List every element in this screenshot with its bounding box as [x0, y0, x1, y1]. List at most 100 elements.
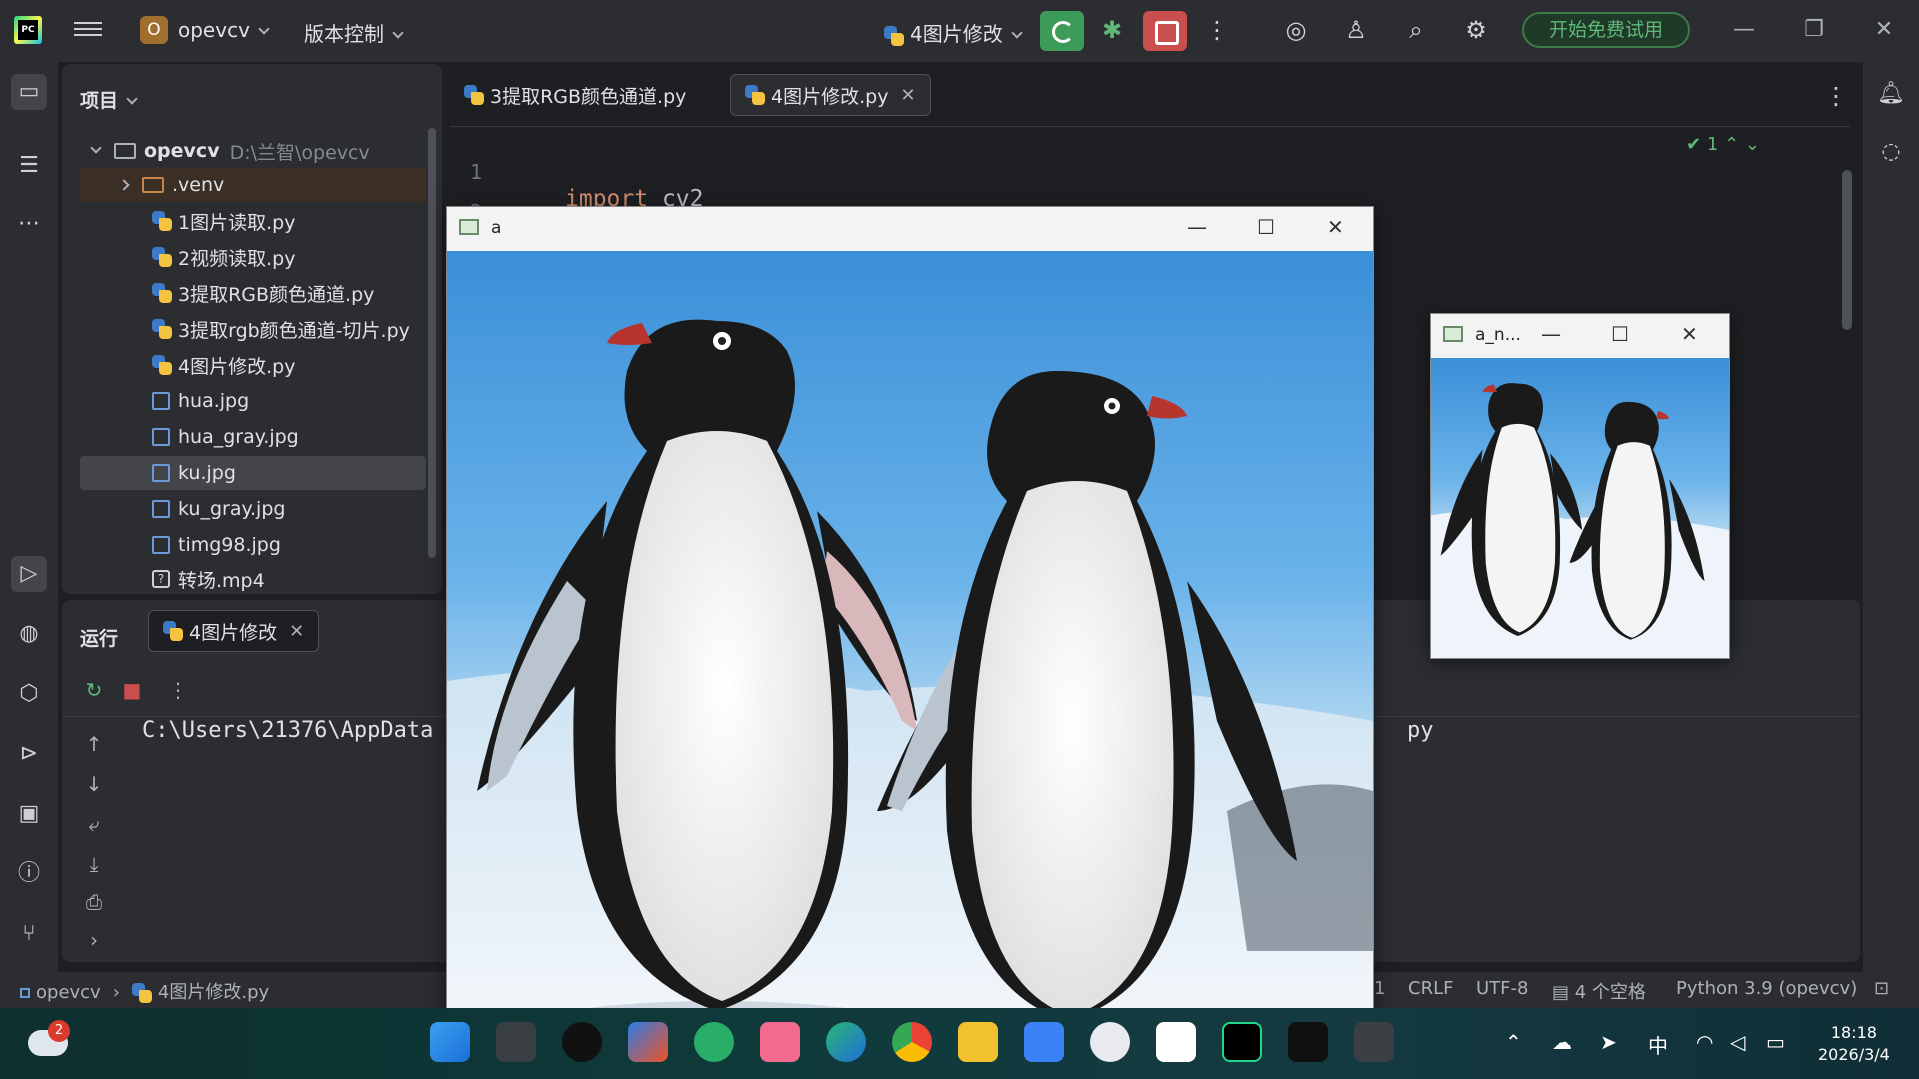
app-flower-icon[interactable]: [1090, 1022, 1130, 1062]
tree-item[interactable]: 4图片修改.py: [80, 348, 426, 382]
close-icon[interactable]: ✕: [1681, 322, 1698, 346]
close-icon[interactable]: ✕: [1327, 215, 1344, 239]
restore-icon[interactable]: ❐: [1796, 14, 1832, 46]
tree-item[interactable]: 3提取RGB颜色通道.py: [80, 276, 426, 310]
more-options-icon[interactable]: ⋮: [1201, 14, 1233, 46]
code-line[interactable]: 1 import cv2: [450, 134, 1450, 212]
tree-item[interactable]: hua_gray.jpg: [80, 420, 426, 454]
run-tool-icon[interactable]: ▷: [11, 556, 47, 592]
line-separator[interactable]: CRLF: [1408, 978, 1453, 999]
maximize-icon[interactable]: ☐: [1611, 322, 1629, 346]
microsoft-store-icon[interactable]: [628, 1022, 668, 1062]
caret-position[interactable]: 1: [1374, 978, 1385, 999]
tree-item[interactable]: 3提取rgb颜色通道-切片.py: [80, 312, 426, 346]
stop-icon[interactable]: ■: [118, 676, 146, 704]
qq-icon[interactable]: [562, 1022, 602, 1062]
structure-icon[interactable]: ☰: [11, 148, 47, 184]
vcs-menu[interactable]: 版本控制: [304, 18, 404, 47]
breadcrumb[interactable]: opevcv › 4图片修改.py: [20, 978, 269, 1004]
ime-indicator[interactable]: 中: [1648, 1030, 1668, 1059]
scroll-up-icon[interactable]: ↑: [80, 730, 108, 758]
wifi-icon[interactable]: ◠: [1696, 1030, 1713, 1054]
pycharm-taskbar-icon[interactable]: [1222, 1022, 1262, 1062]
tree-item[interactable]: 1图片读取.py: [80, 204, 426, 238]
services-icon[interactable]: ⬡: [11, 676, 47, 712]
print-icon[interactable]: ⎙: [80, 888, 108, 916]
tab-3-rgb[interactable]: 3提取RGB颜色通道.py: [450, 74, 700, 116]
editor-more-icon[interactable]: ⋮: [1820, 80, 1852, 112]
chrome-icon[interactable]: [892, 1022, 932, 1062]
inspection-indicator[interactable]: ✔ 1 ⌃ ⌄: [1686, 134, 1760, 155]
rerun-icon[interactable]: ↻: [80, 676, 108, 704]
image-window-titlebar[interactable]: a — ☐ ✕: [447, 207, 1373, 251]
expand-chevron-icon[interactable]: [118, 179, 130, 191]
tree-root[interactable]: opevcv D:\兰智\opevcv: [80, 134, 426, 168]
search-icon[interactable]: ⌕: [1400, 14, 1432, 46]
indent-setting[interactable]: ▤ 4 个空格: [1552, 978, 1646, 1004]
minimize-icon[interactable]: —: [1726, 14, 1762, 46]
image-window-a-n[interactable]: a_n... — ☐ ✕: [1430, 313, 1730, 659]
task-view-icon[interactable]: [496, 1022, 536, 1062]
project-folder-icon[interactable]: ▭: [11, 74, 47, 110]
python-console-icon[interactable]: ⊳: [11, 736, 47, 772]
maximize-icon[interactable]: ☐: [1257, 215, 1275, 239]
system-clock[interactable]: 18:18 2026/3/4: [1818, 1022, 1890, 1066]
run-config-selector[interactable]: 4图片修改: [884, 18, 1023, 47]
battery-icon[interactable]: ▭: [1766, 1030, 1785, 1054]
tree-item[interactable]: hua.jpg: [80, 384, 426, 418]
ai-assistant-icon[interactable]: ◎: [1280, 14, 1312, 46]
minimize-icon[interactable]: —: [1541, 322, 1561, 346]
project-selector[interactable]: opevcv: [178, 18, 270, 42]
stop-button[interactable]: [1143, 11, 1187, 51]
minimize-icon[interactable]: —: [1187, 215, 1207, 239]
wechat-icon[interactable]: [694, 1022, 734, 1062]
debug-icon[interactable]: ✱: [1102, 16, 1126, 44]
project-scrollbar[interactable]: [428, 128, 436, 558]
image-window-a[interactable]: a — ☐ ✕: [446, 206, 1374, 1072]
tree-item[interactable]: ? 转场.mp4: [80, 562, 426, 596]
settings-gear-icon[interactable]: ⚙: [1460, 14, 1492, 46]
expand-chevron-icon[interactable]: [90, 142, 102, 154]
file-encoding[interactable]: UTF-8: [1476, 978, 1528, 999]
prev-arrow-icon[interactable]: ⌃: [1724, 134, 1739, 155]
send-icon[interactable]: ➤: [1600, 1030, 1617, 1054]
image-window-titlebar[interactable]: a_n... — ☐ ✕: [1431, 314, 1729, 358]
rerun-button[interactable]: [1040, 11, 1084, 51]
lock-icon[interactable]: ⊡: [1874, 978, 1889, 999]
onedrive-cloud-icon[interactable]: ☁: [1552, 1030, 1572, 1054]
project-badge[interactable]: O: [140, 16, 168, 44]
interpreter-selector[interactable]: Python 3.9 (opevcv): [1676, 978, 1857, 999]
add-user-icon[interactable]: ♙: [1340, 14, 1372, 46]
start-windows-icon[interactable]: [430, 1022, 470, 1062]
show-hidden-icons-icon[interactable]: ⌃: [1505, 1030, 1522, 1054]
console-output[interactable]: C:\Users\21376\AppData: [142, 718, 433, 743]
editor-scrollbar[interactable]: [1842, 170, 1852, 330]
run-more-icon[interactable]: ⋮: [164, 676, 192, 704]
tree-item[interactable]: .venv: [80, 168, 426, 202]
scroll-down-icon[interactable]: ↓: [80, 770, 108, 798]
terminal-icon[interactable]: ▣: [11, 796, 47, 832]
music-app-icon[interactable]: [1288, 1022, 1328, 1062]
cloud-drive-icon[interactable]: [1024, 1022, 1064, 1062]
python-app-icon[interactable]: [1354, 1022, 1394, 1062]
soft-wrap-icon[interactable]: ⤶: [80, 810, 108, 838]
git-branch-icon[interactable]: ⑂: [11, 916, 47, 952]
project-panel-header[interactable]: 项目: [80, 86, 138, 113]
tree-item-selected[interactable]: ku.jpg: [80, 456, 426, 490]
free-trial-button[interactable]: 开始免费试用: [1522, 12, 1690, 48]
python-packages-icon[interactable]: ◍: [11, 616, 47, 652]
scroll-to-end-icon[interactable]: ⤓: [80, 850, 108, 878]
close-icon[interactable]: ✕: [1866, 14, 1902, 46]
tree-item[interactable]: timg98.jpg: [80, 528, 426, 562]
tree-item[interactable]: ku_gray.jpg: [80, 492, 426, 526]
next-arrow-icon[interactable]: ⌄: [1745, 134, 1760, 155]
tab-4-image-edit[interactable]: 4图片修改.py ✕: [730, 74, 931, 116]
problems-icon[interactable]: ⓘ: [11, 856, 47, 892]
more-tools-icon[interactable]: ⋯: [11, 206, 47, 242]
expand-chevron-icon[interactable]: ›: [80, 926, 108, 954]
close-tab-icon[interactable]: ✕: [900, 85, 915, 106]
hamburger-menu-icon[interactable]: [74, 18, 102, 42]
tree-item[interactable]: 2视频读取.py: [80, 240, 426, 274]
file-explorer-icon[interactable]: [958, 1022, 998, 1062]
bilibili-icon[interactable]: [760, 1022, 800, 1062]
